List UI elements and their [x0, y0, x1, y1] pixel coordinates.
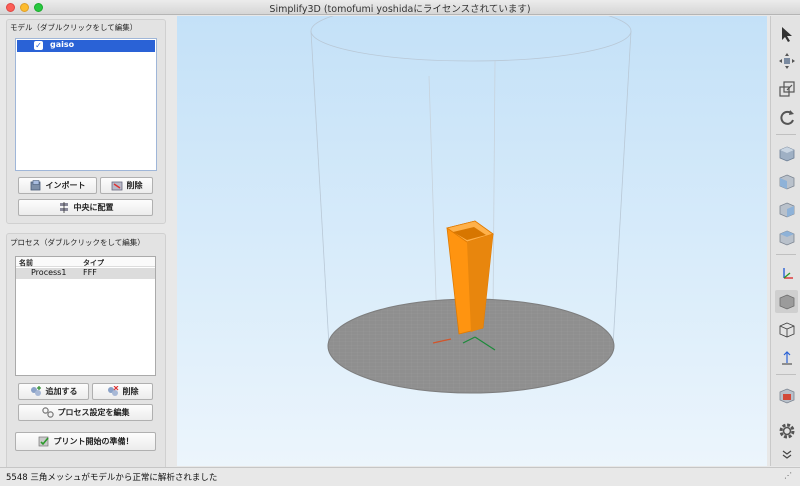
add-process-icon [30, 386, 41, 396]
column-header-type: タイプ [83, 259, 104, 267]
delete-model-button[interactable]: 削除 [100, 177, 153, 194]
view-top-button[interactable] [775, 226, 798, 249]
wireframe-view-icon [779, 322, 794, 337]
delete-process-button[interactable]: 削除 [92, 383, 153, 400]
expand-toolbar-button[interactable] [775, 448, 798, 462]
view-front-button[interactable] [775, 170, 798, 193]
window-title: Simplify3D (tomofumi yoshidaにライセンスされています… [269, 4, 531, 15]
center-and-arrange-label: 中央に配置 [73, 203, 114, 212]
add-process-button[interactable]: 追加する [18, 383, 89, 400]
rotate-tool-button[interactable] [775, 106, 798, 129]
column-header-name: 名前 [19, 259, 33, 267]
models-section-title: モデル（ダブルクリックをして編集） [10, 23, 138, 32]
model-name: gaiso [50, 40, 75, 49]
edit-process-settings-label: プロセス設定を編集 [57, 408, 130, 417]
move-tool-button[interactable] [775, 49, 798, 72]
edit-process-settings-button[interactable]: プロセス設定を編集 [18, 404, 153, 421]
delete-process-icon [107, 386, 118, 396]
build-volume-button[interactable] [775, 346, 798, 369]
import-icon [30, 180, 40, 191]
solid-view-icon [779, 294, 794, 309]
status-message: 5548 三角メッシュがモデルから正常に解析されました [6, 473, 218, 483]
build-volume-left-edge [310, 30, 330, 347]
prepare-print-icon [38, 436, 49, 447]
add-process-label: 追加する [45, 387, 78, 396]
model-list[interactable]: ✓ gaiso [15, 38, 157, 171]
center-arrange-icon [59, 202, 68, 213]
delete-model-label: 削除 [126, 181, 143, 190]
model-list-item[interactable]: ✓ gaiso [17, 40, 155, 52]
view-side-cube-icon [779, 202, 794, 217]
view-side-button[interactable] [775, 198, 798, 221]
build-volume-top-outline [310, 16, 632, 62]
processes-section-title: プロセス（ダブルクリックをして編集） [10, 238, 145, 247]
status-bar: 5548 三角メッシュがモデルから正常に解析されました ⋰ [0, 467, 800, 486]
process-row[interactable]: Process1 FFF [16, 268, 155, 279]
select-tool-icon [781, 26, 792, 42]
process-list-header: 名前 タイプ [16, 257, 155, 267]
view-front-cube-icon [779, 174, 794, 189]
process-type: FFF [83, 268, 97, 277]
right-toolbar [770, 16, 800, 466]
toolbar-separator [776, 374, 796, 375]
import-label: インポート [45, 181, 86, 190]
wireframe-view-button[interactable] [775, 318, 798, 341]
select-tool-button[interactable] [775, 22, 798, 45]
build-volume-right-edge [612, 30, 632, 347]
3d-viewport[interactable] [177, 16, 767, 466]
process-name: Process1 [31, 268, 67, 277]
view-iso-button[interactable] [775, 142, 798, 165]
expand-chevron-icon [782, 450, 791, 459]
prepare-to-print-button[interactable]: プリント開始の準備！ [15, 432, 156, 451]
settings-gear-icon [779, 423, 794, 438]
build-volume-icon [781, 350, 792, 365]
toolbar-separator [776, 134, 796, 135]
toolbar-separator [776, 254, 796, 255]
resize-grip-icon[interactable]: ⋰ [784, 471, 794, 481]
process-settings-icon [41, 407, 54, 418]
view-top-cube-icon [779, 230, 794, 245]
show-axes-button[interactable] [775, 262, 798, 285]
build-scene [310, 16, 632, 394]
process-list[interactable]: 名前 タイプ Process1 FFF [15, 256, 156, 376]
model-visible-checkbox[interactable]: ✓ [34, 41, 43, 50]
import-button[interactable]: インポート [18, 177, 97, 194]
left-panel: モデル（ダブルクリックをして編集） ✓ gaiso インポート 削除 中央に配置… [0, 16, 172, 473]
scale-tool-button[interactable] [775, 77, 798, 100]
settings-button[interactable] [775, 419, 798, 442]
show-axes-icon [782, 267, 793, 279]
center-and-arrange-button[interactable]: 中央に配置 [18, 199, 153, 216]
cross-section-icon [779, 388, 794, 403]
title-bar: Simplify3D (tomofumi yoshidaにライセンスされています… [0, 0, 800, 15]
rotate-tool-icon [779, 109, 794, 125]
delete-process-label: 削除 [122, 387, 139, 396]
cross-section-button[interactable] [775, 384, 798, 407]
view-iso-cube-icon [779, 146, 794, 161]
solid-view-button[interactable] [775, 290, 798, 313]
move-tool-icon [778, 52, 795, 69]
build-volume-back-edge [492, 60, 496, 317]
prepare-to-print-label: プリント開始の準備！ [53, 437, 134, 446]
delete-model-icon [111, 181, 122, 191]
scale-tool-icon [778, 80, 795, 97]
